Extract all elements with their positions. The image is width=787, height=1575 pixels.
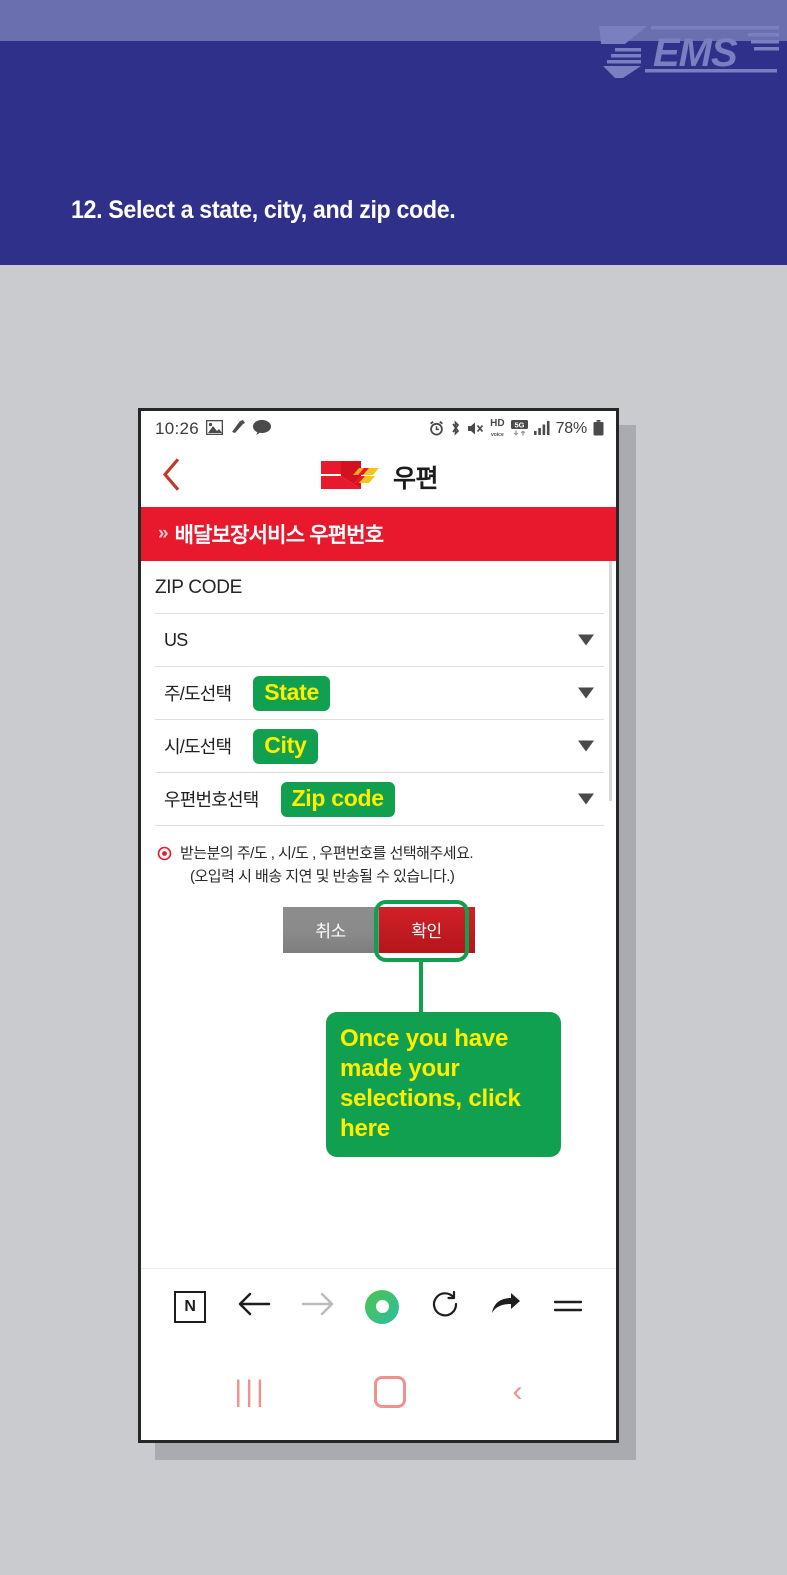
android-system-nav: ||| ‹ — [141, 1344, 616, 1440]
confirm-button[interactable]: 확인 — [378, 906, 475, 953]
back-arrow-icon[interactable] — [237, 1291, 271, 1323]
country-value: US — [164, 629, 188, 650]
scrollbar[interactable] — [609, 561, 612, 801]
page-title: 12. Select a state, city, and zip code. — [71, 196, 456, 224]
state-label: 주/도선택 — [164, 684, 232, 704]
city-annotation-badge: City — [253, 728, 318, 764]
state-dropdown[interactable]: 주/도선택 State — [155, 666, 604, 719]
korea-post-logo — [319, 457, 383, 498]
alarm-icon — [429, 420, 444, 438]
button-row: 취소 확인 — [141, 906, 616, 953]
banner-arrows-icon: » — [158, 523, 168, 544]
app-icon — [230, 419, 246, 439]
battery-label: 78% — [555, 420, 588, 437]
image-icon — [205, 419, 224, 439]
ems-logo: EMS — [585, 22, 785, 80]
signal-icon — [533, 421, 550, 437]
cancel-button[interactable]: 취소 — [282, 906, 379, 953]
banner-title: 배달보장서비스 우편번호 — [174, 524, 385, 547]
state-annotation-badge: State — [253, 675, 330, 711]
zipcode-dropdown[interactable]: 우편번호선택 Zip code — [155, 772, 604, 825]
five-g-icon: 5G — [510, 420, 528, 438]
city-dropdown[interactable]: 시/도선택 City — [155, 719, 604, 772]
zipcode-annotation-badge: Zip code — [280, 781, 395, 817]
zip-code-section-label: ZIP CODE — [155, 577, 242, 598]
recents-icon[interactable]: ||| — [234, 1375, 266, 1409]
country-dropdown[interactable]: US — [155, 613, 604, 666]
reload-icon[interactable] — [430, 1289, 460, 1325]
status-time: 10:26 — [155, 419, 200, 438]
home-icon[interactable] — [373, 1376, 406, 1408]
menu-icon[interactable] — [553, 1292, 583, 1322]
chevron-down-icon — [578, 687, 594, 699]
chevron-down-icon — [578, 740, 594, 752]
home-circle-icon[interactable] — [365, 1289, 400, 1324]
callout-connector-line — [419, 962, 423, 1016]
back-icon[interactable]: ‹ — [513, 1375, 523, 1409]
app-bar: 우편 — [141, 447, 616, 507]
battery-icon — [593, 420, 604, 438]
app-title: 우편 — [392, 465, 439, 493]
share-icon[interactable] — [490, 1291, 522, 1323]
chevron-down-icon — [578, 634, 594, 646]
mute-icon — [467, 421, 484, 438]
city-label: 시/도선택 — [164, 737, 232, 757]
phone-screenshot: 10:26 HD voice 5G 78% 우편 » 배달보장서비스 우편번호 … — [138, 408, 619, 1443]
section-banner: » 배달보장서비스 우편번호 — [141, 507, 616, 561]
status-bar: 10:26 HD voice 5G 78% — [141, 411, 616, 447]
target-icon — [157, 846, 172, 889]
help-note: 받는분의 주/도 , 시/도 , 우편번호를 선택해주세요. (오입력 시 배송… — [141, 826, 616, 889]
forward-arrow-icon[interactable] — [301, 1291, 335, 1323]
help-line-2: (오입력 시 배송 지연 및 반송될 수 있습니다.) — [190, 868, 455, 886]
chat-icon — [253, 419, 272, 439]
back-chevron-icon[interactable] — [160, 458, 182, 497]
chevron-down-icon — [578, 793, 594, 805]
bluetooth-icon — [450, 420, 461, 438]
zipcode-label: 우편번호선택 — [164, 790, 259, 810]
form-body: ZIP CODE US 주/도선택 State 시/도선택 City 우편번호선… — [141, 561, 616, 953]
browser-nav-bar: N — [141, 1268, 616, 1344]
svg-text:5G: 5G — [514, 420, 524, 429]
instruction-callout: Once you have made your selections, clic… — [326, 1012, 561, 1157]
hd-voice-icon: HD voice — [490, 418, 505, 438]
naver-home-icon[interactable]: N — [174, 1290, 207, 1323]
help-line-1: 받는분의 주/도 , 시/도 , 우편번호를 선택해주세요. — [180, 845, 474, 862]
svg-text:EMS: EMS — [653, 31, 738, 75]
